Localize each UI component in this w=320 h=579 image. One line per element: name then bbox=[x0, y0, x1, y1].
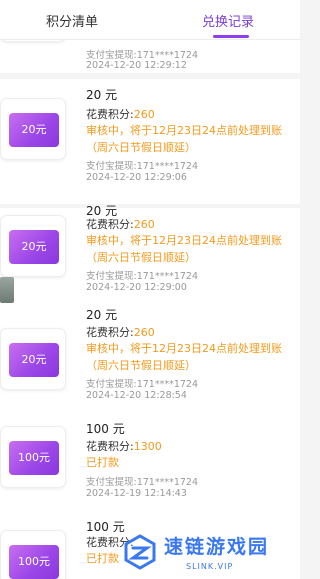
watermark-name: 速链游戏园 bbox=[164, 536, 270, 558]
points-value: 260 bbox=[133, 108, 155, 121]
record-status: 审核中，将于12月23日24点前处理到账（周六日节假日顺延） bbox=[86, 124, 282, 154]
points-label: 花费积分: bbox=[86, 108, 134, 121]
record-time: 2024-12-20 12:28:54 bbox=[86, 390, 187, 401]
points-spent: 花费积分:260 bbox=[86, 216, 155, 232]
points-label: 花费积分: bbox=[86, 326, 134, 339]
coupon-amount: 100元 bbox=[9, 545, 59, 579]
record-title: 20 元 bbox=[86, 88, 118, 102]
record-card[interactable]: 100元 100 元 花费积分:1300 已打款 支付宝提现:171****17… bbox=[0, 420, 300, 532]
record-card[interactable]: 20元 20 元 花费积分:260 审核中，将于12月23日24点前处理到账（周… bbox=[0, 306, 300, 431]
points-spent: 花费积分:1300 bbox=[86, 438, 162, 454]
coupon-image: 100元 bbox=[0, 530, 66, 579]
points-spent: 花费积分:260 bbox=[86, 324, 155, 340]
watermark-logo-icon bbox=[124, 534, 156, 570]
points-value: 1300 bbox=[133, 440, 162, 453]
record-detail: 支付宝提现:171****1724 bbox=[86, 477, 199, 488]
top-tab-bar: 积分清单 兑换记录 bbox=[0, 0, 300, 40]
coupon-image: 20元 bbox=[0, 328, 66, 390]
points-value: 260 bbox=[133, 218, 155, 231]
site-watermark: 速链游戏园 SLINK.VIP bbox=[120, 532, 295, 576]
record-time: 2024-12-20 12:29:06 bbox=[86, 172, 187, 183]
coupon-amount: 20元 bbox=[9, 343, 59, 377]
record-detail: 支付宝提现:171****1724 bbox=[86, 50, 199, 61]
points-label: 花费积分: bbox=[86, 440, 134, 453]
record-card[interactable]: 20元 20 元 花费积分:260 审核中，将于12月23日24点前处理到账（周… bbox=[0, 79, 300, 204]
exchange-record-list[interactable]: 支付宝提现:171****1724 2024-12-20 12:29:12 20… bbox=[0, 40, 300, 579]
coupon-image: 20元 bbox=[0, 215, 66, 277]
active-tab-indicator bbox=[213, 35, 249, 38]
floating-thumbnail[interactable] bbox=[0, 277, 14, 303]
coupon-amount: 100元 bbox=[9, 441, 59, 475]
record-card[interactable]: 支付宝提现:171****1724 2024-12-20 12:29:12 bbox=[0, 40, 300, 73]
record-detail: 支付宝提现:171****1724 bbox=[86, 161, 199, 172]
record-time: 2024-12-20 12:29:12 bbox=[86, 60, 187, 71]
record-time: 2024-12-19 12:14:43 bbox=[86, 488, 187, 499]
coupon-amount: 20元 bbox=[9, 113, 59, 147]
record-status: 已打款 bbox=[86, 456, 119, 469]
points-spent: 花费积分:260 bbox=[86, 106, 155, 122]
points-label: 花费积分: bbox=[86, 218, 134, 231]
coupon-image: 20元 bbox=[0, 98, 66, 160]
record-detail: 支付宝提现:171****1724 bbox=[86, 379, 199, 390]
record-title: 20 元 bbox=[86, 308, 118, 322]
record-title: 100 元 bbox=[86, 422, 125, 436]
coupon-amount: 20元 bbox=[9, 230, 59, 264]
coupon-image bbox=[0, 40, 66, 42]
watermark-site: SLINK.VIP bbox=[186, 562, 234, 571]
tab-exchange-records[interactable]: 兑换记录 bbox=[202, 11, 254, 30]
record-status: 审核中，将于12月23日24点前处理到账（周六日节假日顺延） bbox=[86, 342, 282, 372]
coupon-image: 100元 bbox=[0, 426, 66, 488]
record-time: 2024-12-20 12:29:00 bbox=[86, 282, 187, 293]
record-title: 100 元 bbox=[86, 520, 125, 534]
tab-points-list[interactable]: 积分清单 bbox=[46, 11, 98, 30]
record-status: 审核中，将于12月23日24点前处理到账（周六日节假日顺延） bbox=[86, 234, 282, 264]
record-detail: 支付宝提现:171****1724 bbox=[86, 271, 199, 282]
points-value: 260 bbox=[133, 326, 155, 339]
